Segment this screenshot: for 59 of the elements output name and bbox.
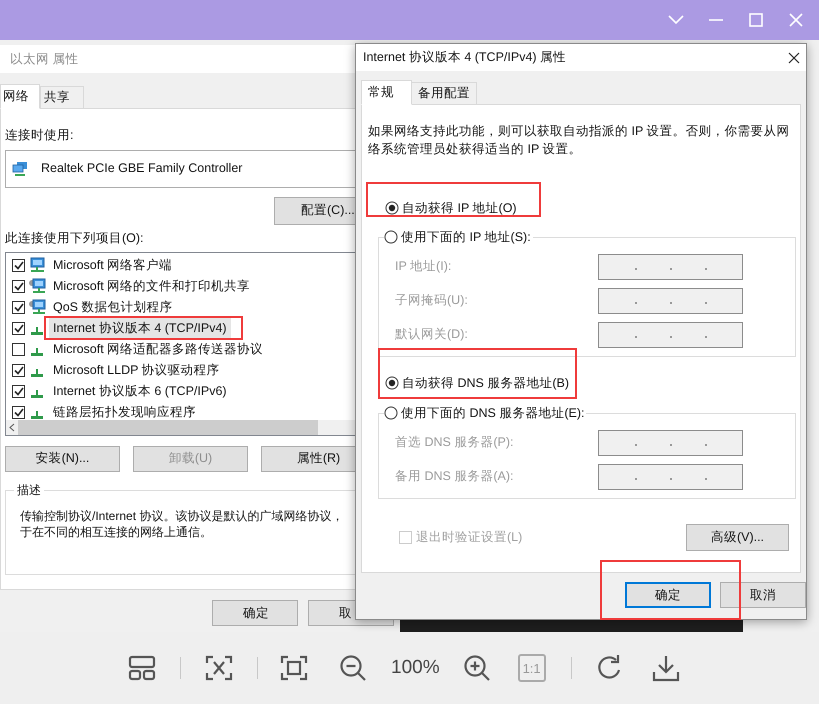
list-item[interactable]: 链路层拓扑发现响应程序	[49, 402, 200, 420]
radio-icon	[384, 406, 398, 420]
radio-button[interactable]: 使用下面的 DNS 服务器地址(E):	[384, 404, 586, 422]
button[interactable]: 高级(V)...	[686, 524, 789, 550]
radio-button[interactable]: 使用下面的 IP 地址(S):	[384, 228, 533, 246]
checkbox[interactable]	[12, 342, 25, 356]
checkbox[interactable]	[12, 364, 25, 376]
list-item[interactable]: Microsoft LLDP 协议驱动程序	[49, 360, 224, 380]
network-node-icon	[31, 390, 43, 398]
section-label: 连接时使用:	[5, 127, 74, 144]
checkbox[interactable]	[12, 322, 25, 334]
button[interactable]: 确定	[212, 600, 298, 626]
zoom-level: 100%	[391, 656, 440, 680]
network-node-icon	[31, 368, 43, 376]
network-node-icon	[31, 410, 43, 418]
button[interactable]: 安装(N)...	[5, 446, 120, 472]
radio-icon	[385, 376, 399, 390]
network-node-icon	[31, 326, 43, 334]
checkbox[interactable]	[12, 300, 25, 314]
description-text: 于在不同的相互连接的网络上通信。	[20, 524, 212, 540]
list-item[interactable]: Microsoft 网络适配器多路传送器协议	[49, 339, 268, 359]
checkbox[interactable]	[12, 406, 25, 418]
tab[interactable]: 常规	[361, 80, 412, 105]
checkbox[interactable]	[12, 258, 25, 272]
network-adapter-icon	[12, 160, 28, 177]
tab[interactable]: 备用配置	[412, 82, 477, 104]
field-label: 子网掩码(U):	[395, 292, 469, 310]
description-text: 传输控制协议/Internet 协议。该协议是默认的广域网络协议，	[20, 508, 344, 524]
monitor-gear-icon	[28, 278, 46, 294]
adapter-name: Realtek PCIe GBE Family Controller	[41, 160, 242, 178]
checkbox-label: 退出时验证设置(L)	[416, 528, 522, 546]
field-label: 首选 DNS 服务器(P):	[395, 434, 514, 452]
network-node-icon	[31, 348, 43, 356]
field-label: 备用 DNS 服务器(A):	[395, 468, 514, 486]
button[interactable]: 确定	[625, 582, 711, 608]
radio-button[interactable]: 自动获得 DNS 服务器地址(B)	[385, 374, 571, 392]
button[interactable]: 取消	[720, 582, 806, 608]
intro-text: 如果网络支持此功能，则可以获取自动指派的 IP 设置。否则，你需要从网	[368, 123, 790, 140]
dialog-title: Internet 协议版本 4 (TCP/IPv4) 属性	[363, 49, 566, 66]
list-item[interactable]: Internet 协议版本 4 (TCP/IPv4)	[49, 318, 231, 338]
tab[interactable]: 共享	[40, 86, 84, 108]
list-item[interactable]: QoS 数据包计划程序	[49, 297, 176, 317]
list-item[interactable]: Microsoft 网络的文件和打印机共享	[49, 276, 254, 296]
list-item[interactable]: Microsoft 网络客户端	[49, 255, 176, 275]
monitor-icon	[28, 257, 46, 273]
radio-icon	[385, 201, 399, 216]
field-label: IP 地址(I):	[395, 258, 452, 276]
checkbox[interactable]	[12, 280, 25, 292]
section-label: 此连接使用下列项目(O):	[5, 230, 144, 247]
group-title: 描述	[14, 482, 44, 498]
dialog-title: 以太网 属性	[10, 50, 78, 68]
intro-text: 络系统管理员处获得适当的 IP 设置。	[368, 141, 582, 158]
field-label: 默认网关(D):	[395, 326, 469, 344]
monitor-gear-icon	[28, 299, 46, 315]
checkbox[interactable]	[12, 384, 25, 398]
list-item[interactable]: Internet 协议版本 6 (TCP/IPv6)	[49, 381, 231, 401]
close-icon[interactable]	[786, 50, 802, 66]
tab[interactable]: 网络	[0, 84, 40, 109]
radio-icon	[384, 230, 398, 244]
